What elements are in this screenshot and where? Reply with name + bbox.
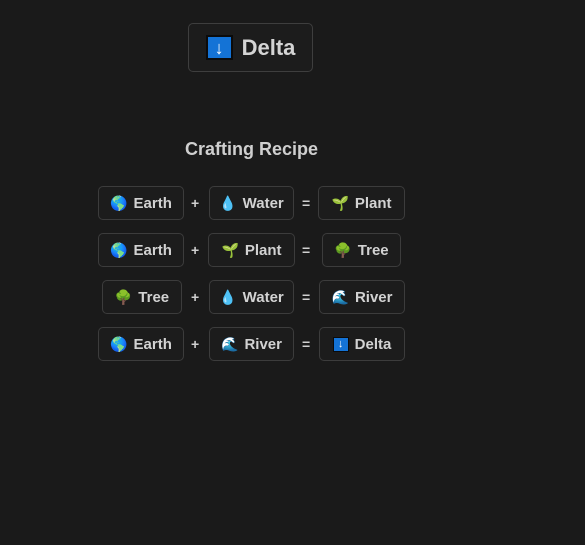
result-element-name: Delta <box>241 34 296 60</box>
ingredient-b[interactable]: 🌱 Plant <box>208 233 295 267</box>
earth-icon: 🌎 <box>110 242 128 258</box>
ingredient-a[interactable]: 🌎 Earth <box>98 327 184 361</box>
result-name: Tree <box>357 241 389 259</box>
ingredient-b[interactable]: 💧 Water <box>209 280 294 314</box>
earth-icon: 🌎 <box>110 336 128 352</box>
result-name: Plant <box>354 194 392 212</box>
ingredient-name: Plant <box>244 241 282 259</box>
recipe-result[interactable]: 🌳 Tree <box>322 233 401 267</box>
recipe-result[interactable]: 🌊 River <box>319 280 405 314</box>
ingredient-name: Water <box>242 194 284 212</box>
tree-icon: 🌳 <box>334 242 352 258</box>
ingredient-name: Earth <box>133 194 172 212</box>
ingredient-b[interactable]: 🌊 River <box>209 327 294 361</box>
plus-sign: + <box>191 195 200 211</box>
ingredient-a[interactable]: 🌎 Earth <box>98 186 184 220</box>
recipe-title: Crafting Recipe <box>184 139 319 159</box>
plant-icon: 🌱 <box>221 242 239 258</box>
equals-sign: = <box>302 289 311 305</box>
tree-icon: 🌳 <box>114 289 133 305</box>
water-icon: 💧 <box>219 195 237 211</box>
ingredient-name: River <box>244 335 282 353</box>
equals-sign: = <box>302 336 311 352</box>
recipe-result[interactable]: ↓ Delta <box>319 327 405 361</box>
result-name: River <box>354 288 393 306</box>
plus-sign: + <box>191 289 200 305</box>
ingredient-a[interactable]: 🌳 Tree <box>102 280 182 314</box>
plant-icon: 🌱 <box>331 195 349 211</box>
ingredient-name: Earth <box>133 335 172 353</box>
wave-icon: 🌊 <box>221 336 239 352</box>
ingredient-a[interactable]: 🌎 Earth <box>98 233 184 267</box>
plus-sign: + <box>191 242 200 258</box>
wave-icon: 🌊 <box>331 289 349 305</box>
recipe-result[interactable]: 🌱 Plant <box>318 186 405 220</box>
delta-icon: ↓ <box>332 336 349 352</box>
ingredient-b[interactable]: 💧 Water <box>209 186 294 220</box>
result-name: Delta <box>354 335 392 353</box>
delta-icon: ↓ <box>205 35 233 60</box>
result-element-card[interactable]: ↓ Delta <box>188 23 313 72</box>
water-icon: 💧 <box>219 289 237 305</box>
earth-icon: 🌎 <box>110 195 128 211</box>
ingredient-name: Water <box>242 288 284 306</box>
plus-sign: + <box>191 336 200 352</box>
ingredient-name: Earth <box>133 241 172 259</box>
ingredient-name: Tree <box>138 288 170 306</box>
equals-sign: = <box>302 195 311 211</box>
equals-sign: = <box>302 242 311 258</box>
